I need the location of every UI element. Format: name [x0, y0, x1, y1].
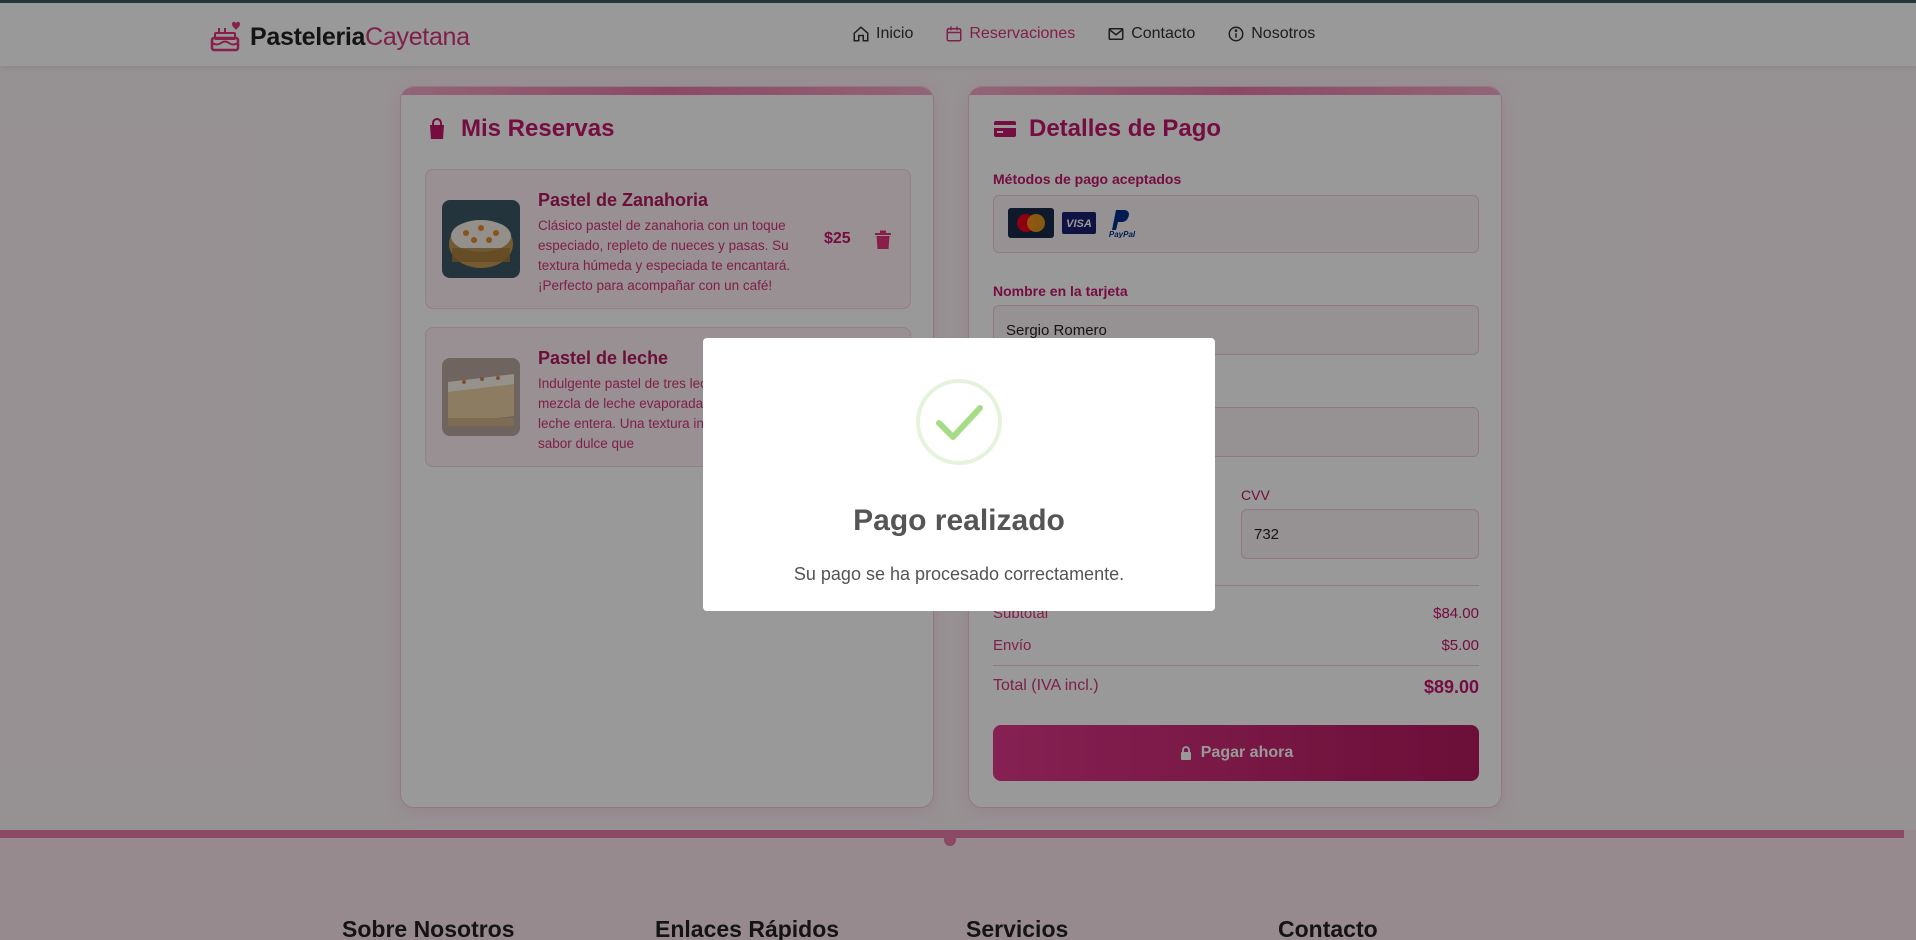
- modal-message: Su pago se ha procesado correctamente.: [793, 564, 1125, 584]
- modal-title: Pago realizado: [853, 504, 1065, 537]
- success-dialog: Pago realizado Su pago se ha procesado c…: [703, 338, 1215, 611]
- check-icon: [916, 379, 1002, 465]
